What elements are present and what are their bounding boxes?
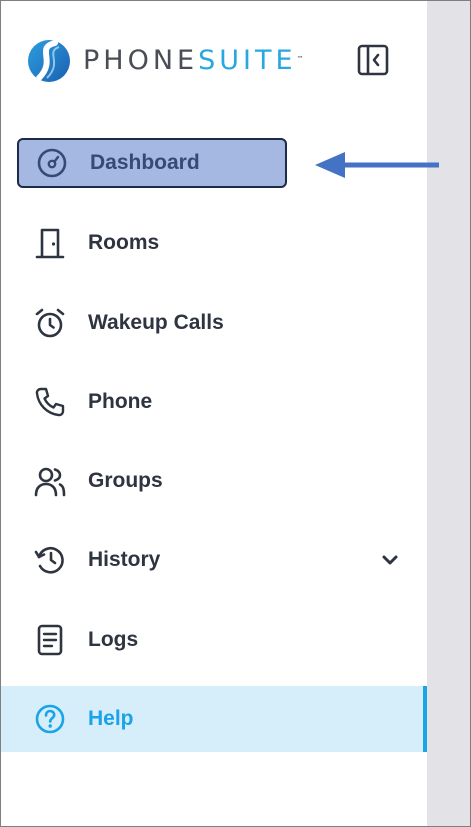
nav-item-label: Groups (88, 469, 163, 492)
nav-item-label: Logs (88, 628, 139, 651)
dashboard-gauge-icon (35, 146, 69, 180)
brand-name-part2: SUITE (198, 45, 297, 76)
nav-item-wakeup-calls[interactable]: Wakeup Calls (17, 298, 287, 348)
phonesuite-logo: PHONESUITE™ (25, 38, 304, 84)
sidebar-collapse-button[interactable] (356, 43, 390, 77)
brand-name-part1: PHONE (83, 45, 199, 76)
nav-item-help[interactable]: Help (1, 686, 427, 752)
nav-item-groups[interactable]: Groups (17, 456, 287, 506)
nav-item-rooms[interactable]: Rooms (17, 218, 287, 268)
users-icon (33, 464, 67, 498)
history-icon (33, 543, 67, 577)
nav-item-phone[interactable]: Phone (17, 377, 287, 427)
phonesuite-logo-mark-icon (28, 40, 70, 82)
trademark-symbol: ™ (296, 55, 304, 63)
content-area-edge (427, 1, 470, 826)
nav-item-label: Help (88, 707, 134, 730)
document-icon (33, 623, 67, 657)
door-icon (33, 226, 67, 260)
app-frame: PHONESUITE™ Dashboard Rooms Wakeup Calls… (0, 0, 471, 827)
annotation-arrow-icon (315, 152, 439, 178)
alarm-clock-icon (33, 306, 67, 340)
nav-item-logs[interactable]: Logs (17, 615, 287, 665)
nav-item-label: Dashboard (90, 151, 200, 174)
sidebar-collapse-icon (357, 44, 389, 76)
nav-item-history[interactable]: History (17, 535, 287, 585)
chevron-down-icon[interactable] (379, 549, 401, 571)
nav-item-dashboard[interactable]: Dashboard (17, 138, 287, 188)
nav-item-label: Wakeup Calls (88, 311, 224, 334)
help-circle-icon (33, 702, 67, 736)
phone-icon (33, 385, 67, 419)
phonesuite-wordmark: PHONESUITE™ (83, 38, 304, 84)
sidebar: PHONESUITE™ Dashboard Rooms Wakeup Calls… (1, 1, 427, 826)
nav-item-label: History (88, 548, 161, 571)
nav-item-label: Phone (88, 390, 153, 413)
nav-item-label: Rooms (88, 231, 160, 254)
